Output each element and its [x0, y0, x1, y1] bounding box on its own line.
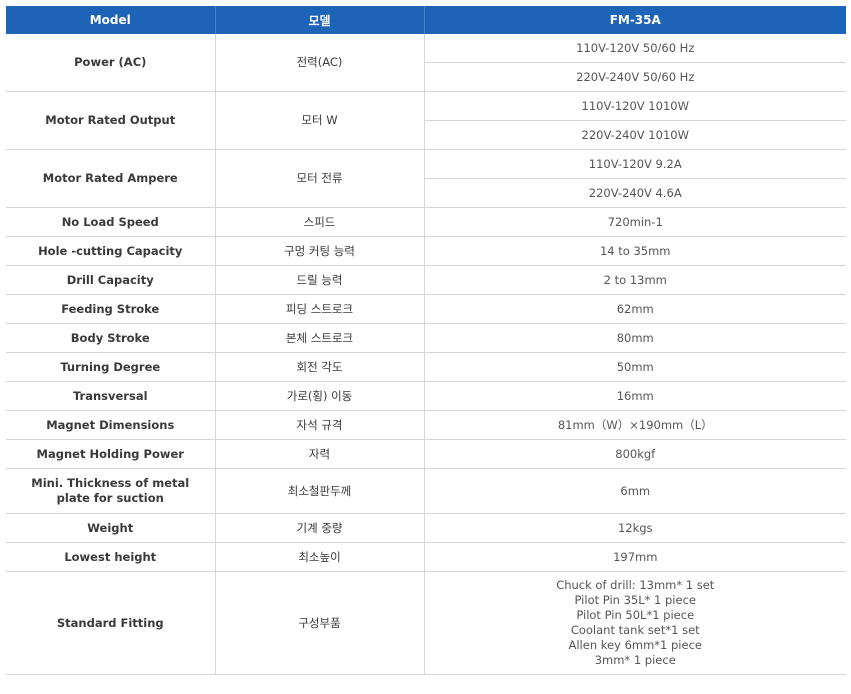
table-row: Body Stroke 본체 스트로크 80mm [6, 323, 846, 353]
fitting-item: Pilot Pin 35L* 1 piece [574, 593, 696, 607]
header-korean: 모델 [215, 6, 425, 34]
row-value: 110V-120V 50/60 Hz [424, 34, 846, 63]
table-row: Standard Fitting 구성부품 Chuck of drill: 13… [6, 571, 846, 675]
row-label: Magnet Holding Power [6, 439, 216, 469]
table-row: Power (AC) 전력(AC) 110V-120V 50/60 Hz [6, 34, 846, 92]
row-value: 110V-120V 1010W [424, 91, 846, 121]
table-row: No Load Speed 스피드 720min-1 [6, 207, 846, 237]
table-row: Drill Capacity 드릴 능력 2 to 13mm [6, 265, 846, 295]
row-label: Magnet Dimensions [6, 410, 216, 440]
row-korean-label: 회전 각도 [215, 352, 425, 382]
table-row: Lowest height 최소높이 197mm [6, 542, 846, 572]
table-row: Magnet Dimensions 자석 규격 81mm（W）×190mm（L） [6, 410, 846, 440]
row-label: Drill Capacity [6, 265, 216, 295]
row-label: Power (AC) [6, 34, 216, 92]
row-korean-label: 전력(AC) [215, 34, 425, 92]
row-korean-label: 최소철판두께 [215, 468, 425, 514]
row-korean-label: 드릴 능력 [215, 265, 425, 295]
fitting-item: Pilot Pin 50L*1 piece [576, 608, 695, 622]
row-value: 81mm（W）×190mm（L） [424, 410, 846, 440]
row-korean-label: 최소높이 [215, 542, 425, 572]
table-row: Weight 기계 중량 12kgs [6, 513, 846, 543]
spec-table: Model 모델 FM-35A Power (AC) 전력(AC) 110V-1… [6, 6, 846, 675]
row-value: 220V-240V 4.6A [424, 178, 846, 208]
row-korean-label: 피딩 스트로크 [215, 294, 425, 324]
row-value: 220V-240V 1010W [424, 120, 846, 150]
row-korean-label: 가로(횡) 이동 [215, 381, 425, 411]
row-value: 16mm [424, 381, 846, 411]
table-row: Mini. Thickness of metal plate for sucti… [6, 468, 846, 514]
table-row: Magnet Holding Power 자력 800kgf [6, 439, 846, 469]
row-value: 720min-1 [424, 207, 846, 237]
table-row: Feeding Stroke 피딩 스트로크 62mm [6, 294, 846, 324]
row-korean-label: 구멍 커팅 능력 [215, 236, 425, 266]
row-label-line: plate for suction [56, 491, 164, 505]
row-label: Turning Degree [6, 352, 216, 382]
row-value: 12kgs [424, 513, 846, 543]
row-label: Standard Fitting [6, 571, 216, 675]
row-label: Weight [6, 513, 216, 543]
row-value: 14 to 35mm [424, 236, 846, 266]
fitting-item: 3mm* 1 piece [594, 653, 676, 667]
row-label: Transversal [6, 381, 216, 411]
row-value: 80mm [424, 323, 846, 353]
fitting-item: Chuck of drill: 13mm* 1 set [556, 578, 715, 592]
row-korean-label: 구성부품 [215, 571, 425, 675]
row-label: Body Stroke [6, 323, 216, 353]
table-row: Motor Rated Ampere 모터 전류 110V-120V 9.2A [6, 149, 846, 208]
row-label: Motor Rated Output [6, 91, 216, 150]
row-value: 800kgf [424, 439, 846, 469]
row-label: Motor Rated Ampere [6, 149, 216, 208]
row-value: 6mm [424, 468, 846, 514]
row-korean-label: 기계 중량 [215, 513, 425, 543]
fitting-item: Coolant tank set*1 set [570, 623, 700, 637]
header-model-value: FM-35A [424, 6, 846, 34]
table-row: Hole -cutting Capacity 구멍 커팅 능력 14 to 35… [6, 236, 846, 266]
row-value: 110V-120V 9.2A [424, 149, 846, 179]
row-value: 220V-240V 50/60 Hz [424, 62, 846, 92]
row-label: Hole -cutting Capacity [6, 236, 216, 266]
row-value: 50mm [424, 352, 846, 382]
table-header-row: Model 모델 FM-35A [6, 6, 846, 34]
spec-table-container: Model 모델 FM-35A Power (AC) 전력(AC) 110V-1… [6, 6, 846, 675]
row-label: Mini. Thickness of metal plate for sucti… [6, 468, 216, 514]
table-row: Transversal 가로(횡) 이동 16mm [6, 381, 846, 411]
row-korean-label: 스피드 [215, 207, 425, 237]
row-korean-label: 자석 규격 [215, 410, 425, 440]
row-korean-label: 본체 스트로크 [215, 323, 425, 353]
row-label: Feeding Stroke [6, 294, 216, 324]
row-label-line: Mini. Thickness of metal [31, 476, 190, 490]
row-korean-label: 자력 [215, 439, 425, 469]
row-korean-label: 모터 W [215, 91, 425, 150]
row-label: Lowest height [6, 542, 216, 572]
row-value-list: Chuck of drill: 13mm* 1 set Pilot Pin 35… [424, 571, 846, 675]
row-label: No Load Speed [6, 207, 216, 237]
fitting-item: Allen key 6mm*1 piece [568, 638, 702, 652]
row-value: 2 to 13mm [424, 265, 846, 295]
row-value: 62mm [424, 294, 846, 324]
table-row: Motor Rated Output 모터 W 110V-120V 1010W [6, 91, 846, 150]
table-row: Turning Degree 회전 각도 50mm [6, 352, 846, 382]
header-model: Model [6, 6, 216, 34]
row-korean-label: 모터 전류 [215, 149, 425, 208]
row-value: 197mm [424, 542, 846, 572]
